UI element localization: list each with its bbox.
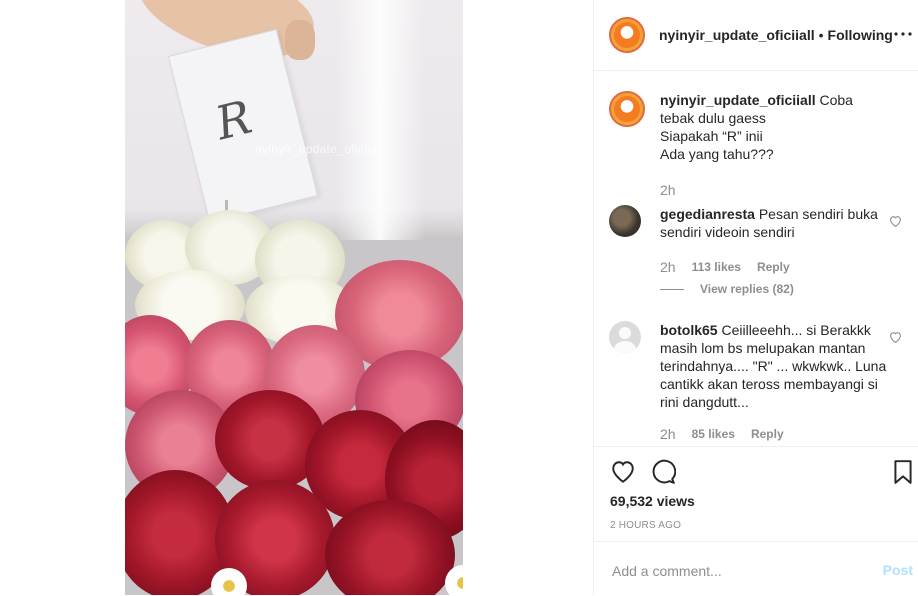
posted-time[interactable]: 2 HOURS AGO — [610, 520, 681, 531]
reply-button[interactable]: Reply — [751, 427, 784, 441]
avatar[interactable] — [609, 91, 645, 127]
reply-button[interactable]: Reply — [757, 260, 790, 274]
bookmark-icon[interactable] — [890, 459, 916, 485]
replies-divider — [660, 288, 684, 290]
comment-username[interactable]: botolk65 — [660, 322, 718, 338]
video-player[interactable]: R nyinyir_update_oficiia — [125, 0, 463, 595]
comment-body: gegedianresta Pesan sendiri buka sendiri… — [660, 205, 890, 241]
comment-username[interactable]: gegedianresta — [660, 206, 755, 222]
like-comment-heart-icon[interactable] — [889, 331, 901, 344]
header-separator: • — [818, 27, 824, 43]
post-button[interactable]: Post — [883, 562, 913, 578]
comment-likes[interactable]: 113 likes — [692, 260, 741, 274]
caption-body: nyinyir_update_oficiiall Coba tebak dulu… — [660, 91, 890, 163]
finger-image — [285, 20, 315, 60]
views-count[interactable]: 69,532 views — [610, 493, 695, 509]
comment-time[interactable]: 2h — [660, 426, 676, 442]
like-comment-heart-icon[interactable] — [889, 215, 901, 228]
video-watermark: nyinyir_update_oficiia — [255, 142, 378, 156]
post-header: nyinyir_update_oficiiall • Following — [594, 0, 918, 71]
add-comment-input[interactable] — [610, 560, 854, 582]
like-heart-icon[interactable] — [610, 459, 636, 485]
following-button[interactable]: Following — [828, 27, 893, 43]
window-light — [335, 0, 425, 240]
comment-time[interactable]: 2h — [660, 259, 676, 275]
post-media[interactable]: R nyinyir_update_oficiia — [0, 0, 593, 595]
post-actions: 69,532 views 2 HOURS AGO — [594, 446, 918, 542]
comment-likes[interactable]: 85 likes — [692, 427, 735, 441]
comment-bubble-icon[interactable] — [650, 459, 677, 485]
comment-meta: 2h 85 likes Reply — [660, 426, 800, 442]
comment-meta: 2h 113 likes Reply — [660, 259, 806, 275]
avatar[interactable] — [609, 17, 645, 53]
view-replies-label[interactable]: View replies (82) — [700, 282, 794, 296]
caption-text-line2: Siapakah “R” inii — [660, 128, 763, 144]
avatar[interactable] — [609, 205, 641, 237]
header-username[interactable]: nyinyir_update_oficiiall — [659, 27, 815, 43]
post-sidebar: nyinyir_update_oficiiall • Following nyi… — [593, 0, 918, 595]
comment-body: botolk65 Ceiilleeehh... si Berakkk masih… — [660, 321, 890, 411]
caption-text-line3: Ada yang tahu??? — [660, 146, 774, 162]
comments-list[interactable]: nyinyir_update_oficiiall Coba tebak dulu… — [594, 71, 918, 446]
rose-bouquet — [125, 210, 463, 595]
caption-time[interactable]: 2h — [660, 182, 676, 198]
caption-username[interactable]: nyinyir_update_oficiiall — [660, 92, 816, 108]
view-replies-button[interactable]: View replies (82) — [660, 282, 794, 296]
add-comment-bar: Post — [594, 541, 918, 596]
more-options-icon[interactable] — [891, 22, 915, 46]
caption-meta: 2h — [660, 182, 692, 198]
card-letter: R — [210, 89, 257, 151]
avatar[interactable] — [609, 321, 641, 353]
